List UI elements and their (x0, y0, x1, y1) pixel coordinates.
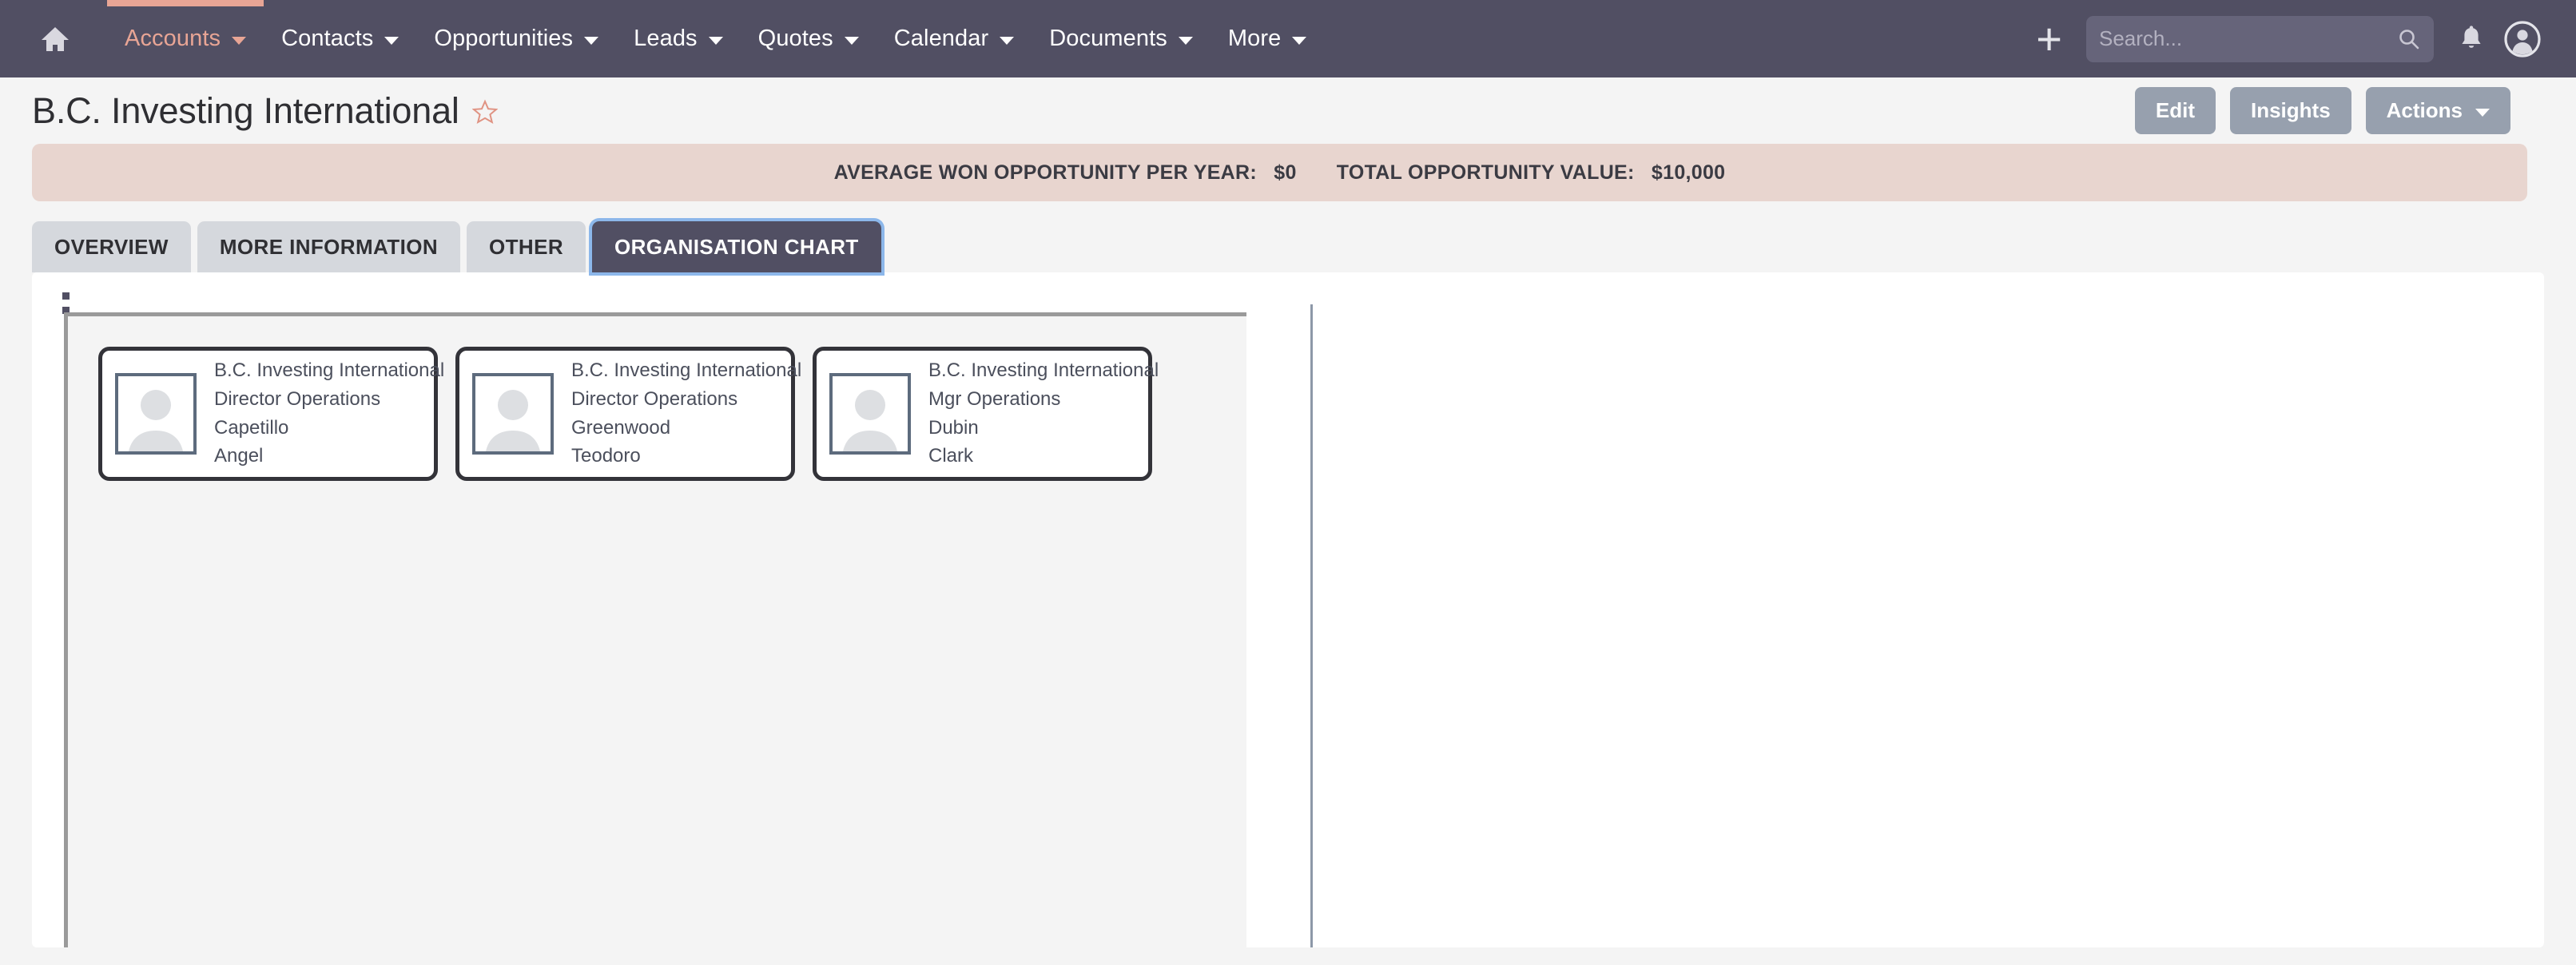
org-node-first-name: Teodoro (571, 445, 641, 467)
tab-content-panel: B.C. Investing International Director Op… (32, 272, 2544, 947)
stats-banner: AVERAGE WON OPPORTUNITY PER YEAR: $0 TOT… (32, 144, 2527, 201)
user-avatar-icon (2504, 20, 2541, 58)
home-icon[interactable] (37, 21, 74, 58)
panel-divider (1310, 304, 1313, 947)
org-chart-node[interactable]: B.C. Investing International Director Op… (455, 346, 801, 481)
nav-item-label: Calendar (893, 26, 989, 51)
stat-value: $10,000 (1651, 161, 1726, 184)
tab-more-information[interactable]: MORE INFORMATION (197, 221, 460, 272)
organisation-chart-panel: B.C. Investing International Director Op… (64, 312, 1246, 947)
star-outline-icon[interactable] (471, 99, 499, 129)
nav-item-label: More (1227, 26, 1282, 51)
insights-button[interactable]: Insights (2229, 87, 2351, 134)
org-node-account: B.C. Investing International (214, 359, 445, 382)
chevron-down-icon (2475, 108, 2490, 117)
nav-item-documents[interactable]: Documents (1032, 0, 1210, 77)
org-node-account: B.C. Investing International (928, 359, 1159, 382)
nav-item-accounts[interactable]: Accounts (107, 0, 264, 77)
nav-item-more[interactable]: More (1210, 0, 1324, 77)
edit-button-label: Edit (2155, 98, 2195, 122)
nav-item-opportunities[interactable]: Opportunities (416, 0, 616, 77)
org-node-last-name: Dubin (928, 416, 979, 439)
org-node-title: Mgr Operations (928, 388, 1061, 410)
nav-item-label: Leads (634, 26, 698, 51)
org-node-details: B.C. Investing International Director Op… (214, 359, 444, 467)
actions-button-label: Actions (2386, 98, 2463, 122)
stat-value: $0 (1274, 161, 1297, 184)
org-node-last-name: Greenwood (571, 416, 671, 439)
chevron-down-icon (232, 36, 247, 45)
person-placeholder-icon (472, 372, 554, 455)
chevron-down-icon (384, 36, 400, 45)
drag-dot (62, 292, 70, 300)
org-node-first-name: Clark (928, 445, 974, 467)
nav-item-label: Opportunities (434, 26, 574, 51)
stat-total-opportunity-value: TOTAL OPPORTUNITY VALUE: $10,000 (1337, 161, 1726, 185)
chevron-down-icon (708, 36, 723, 45)
stat-average-won-opportunity: AVERAGE WON OPPORTUNITY PER YEAR: $0 (834, 161, 1297, 185)
chevron-down-icon (1292, 36, 1307, 45)
org-node-details: B.C. Investing International Mgr Operati… (928, 359, 1159, 467)
stat-label: AVERAGE WON OPPORTUNITY PER YEAR: (833, 161, 1258, 184)
actions-button[interactable]: Actions (2365, 87, 2510, 134)
org-chart-node[interactable]: B.C. Investing International Mgr Operati… (813, 346, 1159, 481)
tab-other[interactable]: OTHER (467, 221, 586, 272)
nav-item-label: Contacts (281, 26, 374, 51)
chevron-down-icon (1178, 36, 1193, 45)
header-action-buttons: Edit Insights Actions (2134, 87, 2544, 134)
person-placeholder-icon (829, 372, 911, 455)
nav-actions: + (2018, 15, 2576, 62)
nav-item-label: Accounts (125, 26, 221, 51)
insights-button-label: Insights (2250, 98, 2331, 122)
tab-overview[interactable]: OVERVIEW (32, 221, 191, 272)
org-chart-level: B.C. Investing International Director Op… (98, 346, 1246, 481)
org-node-title: Director Operations (571, 388, 738, 410)
top-navigation-bar: Accounts Contacts Opportunities Leads Qu… (0, 0, 2576, 77)
org-chart-node[interactable]: B.C. Investing International Director Op… (98, 346, 444, 481)
org-node-account: B.C. Investing International (571, 359, 802, 382)
page-header: B.C. Investing International Edit Insigh… (0, 77, 2576, 144)
nav-item-calendar[interactable]: Calendar (877, 0, 1032, 77)
page-title: B.C. Investing International (32, 89, 459, 131)
chevron-down-icon (584, 36, 599, 45)
drag-handle-icon[interactable] (62, 292, 70, 314)
org-node-title: Director Operations (214, 388, 381, 410)
search-icon (2399, 29, 2419, 49)
nav-item-contacts[interactable]: Contacts (264, 0, 416, 77)
search-input[interactable] (2099, 26, 2397, 51)
nav-item-quotes[interactable]: Quotes (741, 0, 877, 77)
nav-item-label: Documents (1049, 26, 1167, 51)
stats-banner-wrapper: AVERAGE WON OPPORTUNITY PER YEAR: $0 TOT… (0, 144, 2576, 201)
nav-right-edge (2559, 0, 2576, 77)
user-avatar[interactable] (2504, 20, 2544, 58)
tab-bar: OVERVIEW MORE INFORMATION OTHER ORGANISA… (0, 201, 2576, 272)
nav-item-list: Accounts Contacts Opportunities Leads Qu… (107, 0, 1324, 77)
global-search[interactable] (2086, 15, 2434, 62)
bell-icon (2462, 25, 2481, 48)
organisation-chart-canvas[interactable]: B.C. Investing International Director Op… (68, 316, 1246, 481)
chevron-down-icon (844, 36, 859, 45)
tab-organisation-chart[interactable]: ORGANISATION CHART (592, 221, 881, 272)
org-node-first-name: Angel (214, 445, 264, 467)
edit-button[interactable]: Edit (2134, 87, 2216, 134)
nav-item-leads[interactable]: Leads (616, 0, 741, 77)
create-new-button[interactable]: + (2018, 16, 2080, 62)
org-node-last-name: Capetillo (214, 416, 289, 439)
org-node-details: B.C. Investing International Director Op… (571, 359, 801, 467)
nav-item-label: Quotes (757, 26, 833, 51)
notifications-button[interactable] (2434, 25, 2504, 53)
stat-label: TOTAL OPPORTUNITY VALUE: (1336, 161, 1635, 184)
person-placeholder-icon (115, 372, 197, 455)
chevron-down-icon (1000, 36, 1015, 45)
